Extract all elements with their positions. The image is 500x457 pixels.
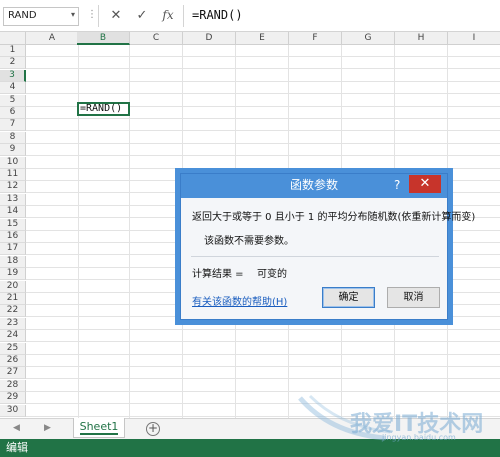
row-header-7[interactable]: 7 [0, 119, 26, 131]
gridline-row [26, 56, 500, 57]
no-params-note: 该函数不需要参数。 [204, 236, 294, 247]
row-header-29[interactable]: 29 [0, 392, 26, 404]
sheet-tab-label: Sheet1 [79, 420, 119, 433]
divider [191, 256, 439, 257]
row-header-18[interactable]: 18 [0, 256, 26, 268]
formula-bar: RAND ▾ ⋮ ✕ ✓ fx =RAND() [0, 0, 500, 32]
scroll-tabs-left-icon[interactable]: ◀ [13, 423, 20, 433]
gridline-row [26, 403, 500, 404]
column-header-f[interactable]: F [289, 32, 342, 45]
row-header-11[interactable]: 11 [0, 169, 26, 181]
dialog-title-bar[interactable]: 函数参数 [181, 174, 447, 198]
gridline-row [26, 81, 500, 82]
cancel-entry-icon[interactable]: ✕ [108, 8, 124, 23]
gridline-row [26, 416, 500, 417]
row-header-2[interactable]: 2 [0, 57, 26, 69]
row-header-21[interactable]: 21 [0, 293, 26, 305]
row-header-22[interactable]: 22 [0, 305, 26, 317]
enter-entry-icon[interactable]: ✓ [134, 8, 150, 23]
row-header-6[interactable]: 6 [0, 107, 26, 119]
divider [183, 5, 184, 27]
close-icon[interactable]: ✕ [409, 175, 441, 193]
help-icon[interactable]: ? [394, 178, 400, 192]
gridline-column [78, 45, 79, 418]
row-header-16[interactable]: 16 [0, 231, 26, 243]
column-header-h[interactable]: H [395, 32, 448, 45]
row-header-4[interactable]: 4 [0, 82, 26, 94]
column-header-b[interactable]: B [77, 32, 130, 45]
cancel-button[interactable]: 取消 [387, 287, 440, 308]
active-tab-indicator [80, 433, 118, 435]
dialog-body: 返回大于或等于 0 且小于 1 的平均分布随机数(依重新计算而变) 该函数不需要… [181, 198, 475, 319]
column-header-a[interactable]: A [26, 32, 79, 45]
add-sheet-icon[interactable]: + [146, 422, 160, 436]
column-header-i[interactable]: I [448, 32, 500, 45]
name-box[interactable]: RAND ▾ [3, 7, 79, 26]
column-header-e[interactable]: E [236, 32, 289, 45]
select-all-corner[interactable] [0, 32, 26, 45]
gridline-column [129, 45, 130, 418]
row-header-1[interactable]: 1 [0, 45, 26, 57]
column-header-g[interactable]: G [342, 32, 395, 45]
gridline-row [26, 378, 500, 379]
gridline-row [26, 354, 500, 355]
row-header-12[interactable]: 12 [0, 181, 26, 193]
gridline-row [26, 68, 500, 69]
row-header-26[interactable]: 26 [0, 355, 26, 367]
dialog-title: 函数参数 [289, 178, 338, 192]
row-header-28[interactable]: 28 [0, 380, 26, 392]
insert-function-icon[interactable]: fx [160, 8, 176, 22]
formula-input[interactable]: =RAND() [192, 8, 243, 22]
gridline-row [26, 93, 500, 94]
gridline-row [26, 341, 500, 342]
row-header-25[interactable]: 25 [0, 343, 26, 355]
gridline-row [26, 118, 500, 119]
ok-button[interactable]: 确定 [322, 287, 375, 308]
sheet-tabs-bar: ◀ ▶ Sheet1 + [0, 418, 500, 439]
gridline-row [26, 391, 500, 392]
row-header-20[interactable]: 20 [0, 281, 26, 293]
result-label: 计算结果 = [192, 269, 244, 280]
scroll-tabs-right-icon[interactable]: ▶ [44, 423, 51, 433]
gridline-row [26, 130, 500, 131]
row-header-9[interactable]: 9 [0, 144, 26, 156]
more-options-icon[interactable]: ⋮ [87, 9, 97, 20]
divider [98, 5, 99, 27]
row-header-10[interactable]: 10 [0, 157, 26, 169]
status-mode: 编辑 [6, 441, 28, 454]
gridline-row [26, 329, 500, 330]
row-header-30[interactable]: 30 [0, 405, 26, 417]
active-cell[interactable]: =RAND() [77, 102, 130, 116]
chevron-down-icon[interactable]: ▾ [71, 10, 75, 19]
sheet-tab[interactable]: Sheet1 [73, 418, 125, 438]
row-header-13[interactable]: 13 [0, 194, 26, 206]
excel-window: RAND ▾ ⋮ ✕ ✓ fx =RAND() ABCDEFGHI 123456… [0, 0, 500, 457]
result-value: 可变的 [257, 269, 287, 280]
gridline-row [26, 366, 500, 367]
function-arguments-dialog: 函数参数 ? ✕ 返回大于或等于 0 且小于 1 的平均分布随机数(依重新计算而… [180, 173, 475, 320]
row-header-8[interactable]: 8 [0, 132, 26, 144]
column-header-c[interactable]: C [130, 32, 183, 45]
column-header-d[interactable]: D [183, 32, 236, 45]
gridline-row [26, 168, 500, 169]
row-header-15[interactable]: 15 [0, 219, 26, 231]
row-header-3[interactable]: 3 [0, 70, 26, 82]
row-header-24[interactable]: 24 [0, 330, 26, 342]
row-header-17[interactable]: 17 [0, 243, 26, 255]
name-box-value: RAND [8, 10, 37, 21]
status-bar: 编辑 [0, 439, 500, 457]
row-header-27[interactable]: 27 [0, 367, 26, 379]
row-header-14[interactable]: 14 [0, 206, 26, 218]
row-header-19[interactable]: 19 [0, 268, 26, 280]
row-header-23[interactable]: 23 [0, 318, 26, 330]
function-description: 返回大于或等于 0 且小于 1 的平均分布随机数(依重新计算而变) [192, 212, 476, 223]
gridline-row [26, 143, 500, 144]
row-header-5[interactable]: 5 [0, 95, 26, 107]
gridline-row [26, 155, 500, 156]
function-help-link[interactable]: 有关该函数的帮助(H) [192, 293, 287, 308]
